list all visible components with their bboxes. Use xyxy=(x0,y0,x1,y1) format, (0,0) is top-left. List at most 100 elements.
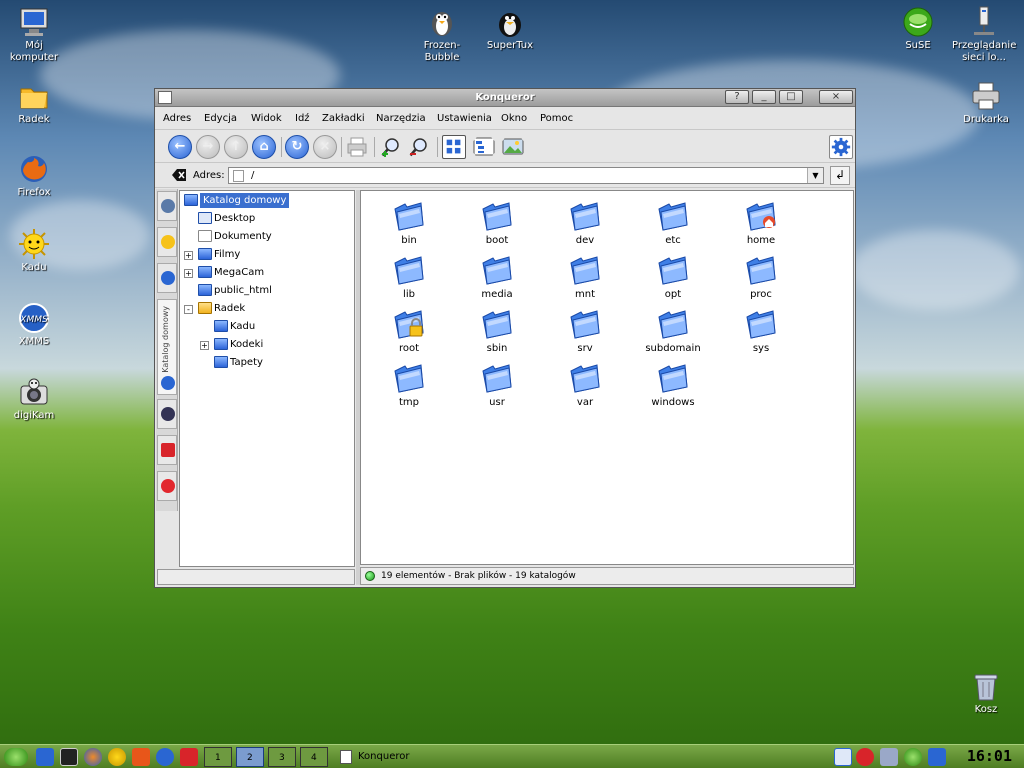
desktop-icon-digikam[interactable]: digiKam xyxy=(2,376,66,422)
file-item-home[interactable]: home xyxy=(721,197,801,251)
menu-okno[interactable]: Okno xyxy=(501,113,527,124)
network-icon xyxy=(161,407,175,421)
desktop-pager-2[interactable]: 2 xyxy=(236,747,264,767)
close-button[interactable]: × xyxy=(819,90,853,104)
file-item-opt[interactable]: opt xyxy=(633,251,713,305)
desktop-icon-network[interactable]: Przeglądanie sieci lo... xyxy=(952,6,1016,64)
configure-button[interactable] xyxy=(829,135,853,159)
update-icon[interactable] xyxy=(880,748,898,766)
address-input[interactable]: / ▼ xyxy=(228,167,824,184)
start-menu-button[interactable] xyxy=(4,748,28,766)
taskbar-item-konqueror[interactable]: Konqueror xyxy=(334,747,454,767)
file-item-label: sbin xyxy=(486,343,508,354)
desktop-icon-computer[interactable]: Mój komputer xyxy=(2,6,66,64)
sidebar-tab-media[interactable] xyxy=(157,471,177,501)
sidebar-tab-root-folder[interactable] xyxy=(157,435,177,465)
clock[interactable]: 16:01 xyxy=(967,747,1012,765)
file-item-boot[interactable]: boot xyxy=(457,197,537,251)
sidebar-tab-network[interactable] xyxy=(157,399,177,429)
file-item-sys[interactable]: sys xyxy=(721,305,801,359)
zoom-in-button[interactable] xyxy=(379,135,403,159)
go-button[interactable]: ↲ xyxy=(830,166,850,185)
sidebar-toggle-button[interactable] xyxy=(501,135,525,159)
home-button[interactable]: ⌂ xyxy=(252,135,276,159)
minimize-button[interactable]: _ xyxy=(752,90,776,104)
desktop-icon-printer[interactable]: Drukarka xyxy=(954,80,1018,126)
desktop-icon-radek[interactable]: Radek xyxy=(2,80,66,126)
expand-toggle[interactable]: + xyxy=(184,269,193,278)
desktop-icon-trash[interactable]: Kosz xyxy=(954,670,1018,716)
kadu-sun-icon[interactable] xyxy=(108,748,126,766)
file-item-label: bin xyxy=(401,235,417,246)
folder-icon xyxy=(482,202,512,231)
desktop-icon-xmms[interactable]: XMMS XMMS xyxy=(2,302,66,348)
sidebar-tab-home-folder[interactable]: Katalog domowy xyxy=(157,299,177,395)
file-item-tmp[interactable]: tmp xyxy=(369,359,449,413)
menu-idz[interactable]: Idź xyxy=(295,113,310,124)
volume-icon[interactable] xyxy=(928,748,946,766)
file-item-mnt[interactable]: mnt xyxy=(545,251,625,305)
up-button[interactable]: ↑ xyxy=(224,135,248,159)
desktop-pager-4[interactable]: 4 xyxy=(300,747,328,767)
expand-toggle[interactable]: + xyxy=(184,251,193,260)
clear-address-button[interactable] xyxy=(171,168,187,182)
file-item-proc[interactable]: proc xyxy=(721,251,801,305)
tree-item-label: Katalog domowy xyxy=(200,193,290,208)
menu-adres[interactable]: Adres xyxy=(163,113,191,124)
file-item-etc[interactable]: etc xyxy=(633,197,713,251)
desktop-icon-suse[interactable]: SuSE xyxy=(886,6,950,52)
terminal-icon[interactable] xyxy=(60,748,78,766)
menu-zakladki[interactable]: Zakładki xyxy=(322,113,365,124)
file-item-media[interactable]: media xyxy=(457,251,537,305)
stop-button[interactable]: × xyxy=(313,135,337,159)
forward-button[interactable]: → xyxy=(196,135,220,159)
collapse-toggle[interactable]: - xyxy=(184,305,193,314)
print-button[interactable] xyxy=(345,135,369,159)
firefox-icon[interactable] xyxy=(84,748,102,766)
address-dropdown-button[interactable]: ▼ xyxy=(807,168,823,183)
desktop-icon-frozen-bubble[interactable]: Frozen-Bubble xyxy=(410,6,474,64)
desktop-icon-supertux[interactable]: SuperTux xyxy=(478,6,542,52)
sidebar-tab-services[interactable] xyxy=(157,263,177,293)
rss-icon[interactable] xyxy=(132,748,150,766)
print-icon xyxy=(347,137,367,157)
expand-toggle[interactable]: + xyxy=(200,341,209,350)
file-item-lib[interactable]: lib xyxy=(369,251,449,305)
maximize-button[interactable]: □ xyxy=(779,90,803,104)
desktop-icon-label: Frozen-Bubble xyxy=(423,40,461,63)
desktop-pager-3[interactable]: 3 xyxy=(268,747,296,767)
reload-button[interactable]: ↻ xyxy=(285,135,309,159)
window-titlebar[interactable]: Konqueror ? _ □ × xyxy=(155,89,855,107)
menu-ustawienia[interactable]: Ustawienia xyxy=(437,113,492,124)
help-button[interactable]: ? xyxy=(725,90,749,104)
file-item-usr[interactable]: usr xyxy=(457,359,537,413)
file-item-dev[interactable]: dev xyxy=(545,197,625,251)
back-button[interactable]: ← xyxy=(168,135,192,159)
menu-widok[interactable]: Widok xyxy=(251,113,282,124)
xmms-icon[interactable] xyxy=(156,748,174,766)
file-item-root[interactable]: root xyxy=(369,305,449,359)
zoom-out-button[interactable] xyxy=(407,135,431,159)
power-icon[interactable] xyxy=(856,748,874,766)
tvn-icon[interactable] xyxy=(180,748,198,766)
file-item-srv[interactable]: srv xyxy=(545,305,625,359)
sidebar-tab-history[interactable] xyxy=(157,191,177,221)
desktop-pager-1[interactable]: 1 xyxy=(204,747,232,767)
icon-view-button[interactable] xyxy=(442,135,466,159)
desktop-icon-firefox[interactable]: Firefox xyxy=(2,153,66,199)
sidebar-tab-bookmarks[interactable] xyxy=(157,227,177,257)
file-item-windows[interactable]: windows xyxy=(633,359,713,413)
menu-edycja[interactable]: Edycja xyxy=(204,113,237,124)
menu-pomoc[interactable]: Pomoc xyxy=(540,113,573,124)
computer-icon xyxy=(20,8,48,36)
file-item-subdomain[interactable]: subdomain xyxy=(633,305,713,359)
home-icon[interactable] xyxy=(36,748,54,766)
file-item-var[interactable]: var xyxy=(545,359,625,413)
file-item-bin[interactable]: bin xyxy=(369,197,449,251)
file-item-sbin[interactable]: sbin xyxy=(457,305,537,359)
menu-narzedzia[interactable]: Narzędzia xyxy=(376,113,426,124)
network-status-icon[interactable] xyxy=(904,748,922,766)
desktop-icon-kadu[interactable]: Kadu xyxy=(2,228,66,274)
tree-view-button[interactable] xyxy=(472,135,496,159)
clipboard-icon[interactable] xyxy=(834,748,852,766)
